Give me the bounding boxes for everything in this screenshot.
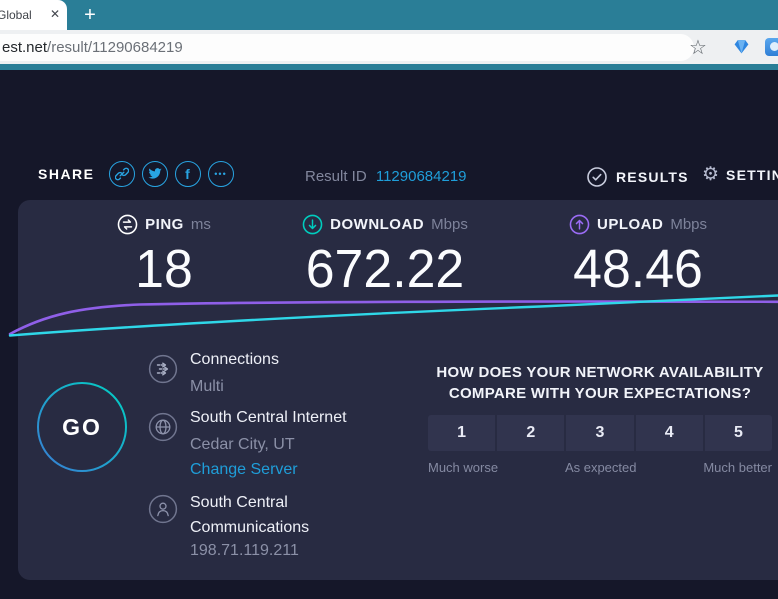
download-label: DOWNLOAD [330, 216, 424, 233]
settings-label: SETTINGS [726, 167, 778, 183]
share-label: SHARE [38, 166, 95, 182]
survey-question-line2: COMPARE WITH YOUR EXPECTATIONS? [428, 383, 772, 404]
result-id-value[interactable]: 11290684219 [376, 168, 467, 185]
upload-unit: Mbps [670, 216, 707, 233]
connections-value: Multi [190, 378, 224, 396]
survey-question: HOW DOES YOUR NETWORK AVAILABILITY COMPA… [428, 362, 772, 404]
tab-strip: Global ✕ + [0, 0, 778, 30]
result-id-label: Result ID [305, 168, 367, 185]
server-name: South Central Internet [190, 409, 347, 427]
connections-icon [148, 354, 178, 384]
download-arrow-icon [302, 214, 323, 235]
download-header: DOWNLOAD Mbps [290, 214, 480, 235]
tab-title: Global [0, 8, 39, 22]
browser-tab[interactable]: Global ✕ [0, 0, 67, 30]
share-group: SHARE f ••• [38, 161, 234, 187]
nav-results[interactable]: RESULTS [586, 166, 689, 188]
rating-button-4[interactable]: 4 [636, 415, 703, 451]
extension-gem-icon[interactable] [733, 38, 750, 55]
scale-label-better: Much better [703, 460, 772, 475]
rating-buttons: 1 2 3 4 5 [428, 415, 772, 451]
twitter-icon [148, 168, 162, 180]
result-id: Result ID 11290684219 [305, 168, 467, 185]
browser-accent-bar [0, 64, 778, 70]
availability-survey: HOW DOES YOUR NETWORK AVAILABILITY COMPA… [428, 362, 772, 475]
close-tab-icon[interactable]: ✕ [50, 8, 60, 21]
speed-graph [0, 288, 778, 344]
isp-name: South Central Communications [190, 490, 360, 540]
ping-header: PING ms [84, 214, 244, 235]
rating-button-1[interactable]: 1 [428, 415, 495, 451]
share-twitter-button[interactable] [142, 161, 168, 187]
ping-icon [117, 214, 138, 235]
upload-arrow-icon [569, 214, 590, 235]
extension-icon-dot [770, 42, 778, 51]
graph-purple-line [10, 302, 778, 334]
ping-unit: ms [191, 216, 211, 233]
partial-extension-icon[interactable] [765, 38, 778, 56]
change-server-link[interactable]: Change Server [190, 461, 298, 479]
new-tab-button[interactable]: + [76, 2, 104, 28]
upload-header: UPLOAD Mbps [548, 214, 728, 235]
url-domain: est.net [2, 39, 47, 56]
connections-title: Connections [190, 351, 279, 369]
rating-scale-labels: Much worse As expected Much better [428, 460, 772, 475]
address-bar: est.net/result/11290684219 ☆ [0, 30, 778, 64]
survey-question-line1: HOW DOES YOUR NETWORK AVAILABILITY [428, 362, 772, 383]
results-label: RESULTS [616, 169, 689, 185]
scale-label-expected: As expected [565, 460, 637, 475]
user-icon [148, 494, 178, 524]
rating-button-3[interactable]: 3 [566, 415, 633, 451]
facebook-icon: f [185, 167, 190, 181]
url-input[interactable]: est.net/result/11290684219 [0, 34, 694, 61]
screenshot-root: { "browser": { "tab_title": "Global", "u… [0, 0, 778, 599]
check-circle-icon [586, 166, 608, 188]
go-label: GO [36, 381, 128, 473]
server-location: Cedar City, UT [190, 436, 295, 454]
rating-button-5[interactable]: 5 [705, 415, 772, 451]
ip-address: 198.71.119.211 [190, 542, 299, 560]
share-more-button[interactable]: ••• [208, 161, 234, 187]
ellipsis-icon: ••• [214, 170, 226, 179]
rating-button-2[interactable]: 2 [497, 415, 564, 451]
share-link-button[interactable] [109, 161, 135, 187]
url-path: /result/11290684219 [47, 39, 183, 56]
go-button[interactable]: GO [36, 381, 128, 473]
globe-icon [148, 412, 178, 442]
download-unit: Mbps [431, 216, 468, 233]
share-facebook-button[interactable]: f [175, 161, 201, 187]
upload-label: UPLOAD [597, 216, 663, 233]
gear-icon: ⚙ [702, 165, 719, 185]
nav-settings[interactable]: ⚙ SETTINGS [702, 165, 778, 185]
ping-label: PING [145, 216, 184, 233]
bookmark-star-icon[interactable]: ☆ [689, 35, 707, 60]
link-icon [115, 167, 129, 181]
scale-label-worse: Much worse [428, 460, 498, 475]
